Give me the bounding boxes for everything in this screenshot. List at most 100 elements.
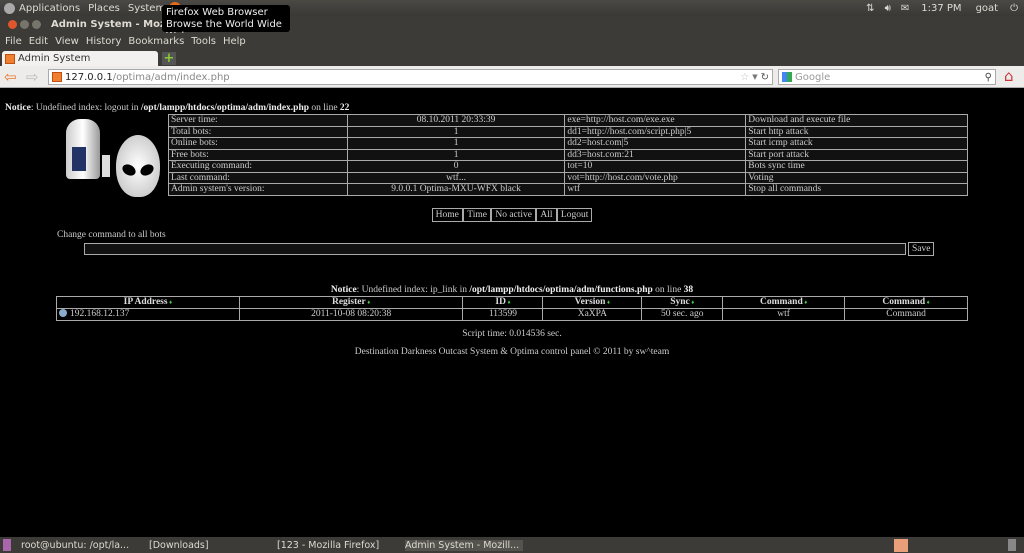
notice-line: 22 bbox=[339, 103, 350, 113]
reload-icon[interactable]: ↻ bbox=[761, 72, 769, 83]
command-label: Change command to all bots bbox=[57, 230, 166, 240]
taskbar-item-firefox-123[interactable]: [123 - Mozilla Firefox] bbox=[277, 540, 395, 551]
volume-icon[interactable]: 🔊︎ bbox=[885, 3, 891, 14]
column-header-label: ID bbox=[495, 297, 506, 307]
stats-table: Server time: 08.10.2011 20:33:39 exe=http:… bbox=[168, 114, 968, 196]
notice-text: on line bbox=[652, 285, 684, 295]
column-header[interactable]: Command ♦ bbox=[844, 296, 968, 309]
back-icon[interactable]: ⇦ bbox=[4, 68, 17, 86]
column-header[interactable]: Version ♦ bbox=[542, 296, 643, 309]
bookmark-star-icon[interactable]: ☆ bbox=[740, 72, 749, 83]
network-icon[interactable]: ⇅ bbox=[866, 3, 874, 14]
table-cell: wtf bbox=[722, 308, 846, 321]
search-icon[interactable]: ⚲ bbox=[985, 72, 992, 83]
all-button[interactable]: All bbox=[536, 208, 557, 222]
bots-table: IP Address ♦ Register ♦ ID ♦ Version ♦ Sync … bbox=[56, 296, 968, 321]
menu-system[interactable]: System bbox=[128, 3, 165, 14]
sort-icon[interactable]: ♦ bbox=[690, 300, 694, 306]
notice-text: on line bbox=[309, 103, 340, 113]
taskbar-item-downloads[interactable]: [Downloads] bbox=[149, 540, 267, 551]
logout-button[interactable]: Logout bbox=[556, 208, 593, 222]
stats-row: Last command: wtf... vot=http://host.com/v… bbox=[168, 171, 968, 184]
command-input[interactable] bbox=[84, 243, 906, 255]
command-description: Stop all commands bbox=[745, 183, 968, 196]
command-example: dd2=host.com|5 bbox=[564, 137, 747, 150]
url-bar[interactable]: 127.0.0.1/optima/adm/index.php ☆ ▼ ↻ bbox=[48, 69, 773, 85]
home-button[interactable]: Home bbox=[431, 208, 463, 222]
menu-tools[interactable]: Tools bbox=[191, 36, 216, 47]
column-header[interactable]: Register ♦ bbox=[238, 296, 464, 309]
workspace-firefox-icon[interactable] bbox=[894, 538, 908, 552]
maximize-window-button[interactable] bbox=[32, 20, 41, 29]
menu-edit[interactable]: Edit bbox=[29, 36, 48, 47]
notice-label: Notice bbox=[330, 285, 357, 295]
taskbar-item-admin-system[interactable]: Admin System - Mozill... bbox=[405, 539, 523, 551]
save-button[interactable]: Save bbox=[908, 242, 935, 256]
stat-value: 1 bbox=[346, 125, 566, 138]
history-dropdown-icon[interactable]: ▼ bbox=[752, 73, 757, 81]
menu-help[interactable]: Help bbox=[223, 36, 246, 47]
command-description: Download and execute file bbox=[745, 114, 968, 127]
sort-icon[interactable]: ♦ bbox=[366, 300, 370, 306]
home-icon[interactable]: ⌂ bbox=[1004, 67, 1014, 85]
notice-message: Notice: Undefined index: logout in /opt/… bbox=[5, 103, 349, 113]
column-header[interactable]: Command ♦ bbox=[722, 296, 846, 309]
notice-text: : Undefined index: logout in bbox=[30, 103, 141, 113]
tooltip-line: Firefox Web Browser bbox=[166, 7, 268, 18]
stat-value: 9.0.0.1 Optima-MXU-WFX black bbox=[346, 183, 566, 196]
sort-icon[interactable]: ♦ bbox=[506, 300, 510, 306]
clock[interactable]: 1:37 PM bbox=[921, 3, 961, 14]
cell-text: Command bbox=[886, 309, 926, 320]
close-window-button[interactable] bbox=[8, 20, 17, 29]
taskbar-item-terminal[interactable]: root@ubuntu: /opt/la... bbox=[21, 540, 139, 551]
trash-icon[interactable] bbox=[1008, 539, 1016, 551]
column-header-label: Version bbox=[574, 297, 606, 307]
new-tab-button[interactable]: + bbox=[162, 52, 176, 65]
table-cell: 2011-10-08 08:20:38 bbox=[238, 308, 464, 321]
mail-icon[interactable]: ✉ bbox=[901, 3, 909, 14]
search-placeholder: Google bbox=[795, 71, 831, 83]
tab-bar: Admin System + bbox=[0, 49, 1024, 66]
show-desktop-icon[interactable] bbox=[3, 539, 11, 551]
column-header[interactable]: Sync ♦ bbox=[641, 296, 724, 309]
stat-value: 08.10.2011 20:33:39 bbox=[346, 114, 566, 127]
minimize-window-button[interactable] bbox=[20, 20, 29, 29]
menu-applications[interactable]: Applications bbox=[19, 3, 80, 14]
cell-text: 2011-10-08 08:20:38 bbox=[311, 309, 392, 320]
sort-icon[interactable]: ♦ bbox=[605, 300, 610, 306]
navigation-bar: ⇦ ⇨ 127.0.0.1/optima/adm/index.php ☆ ▼ ↻… bbox=[0, 66, 1024, 88]
google-engine-icon[interactable] bbox=[782, 72, 792, 82]
command-description: Voting bbox=[745, 171, 968, 184]
menu-view[interactable]: View bbox=[55, 36, 79, 47]
user-menu[interactable]: goat bbox=[976, 3, 999, 14]
notice-text: : Undefined index: ip_link in bbox=[356, 285, 470, 295]
column-header-label: Command bbox=[759, 297, 803, 307]
stat-label: Admin system's version: bbox=[168, 183, 348, 196]
sort-icon[interactable]: ♦ bbox=[168, 300, 172, 306]
script-time: Script time: 0.014536 sec. bbox=[462, 329, 562, 339]
notice-path: /opt/lampp/htdocs/optima/adm/functions.p… bbox=[469, 285, 653, 295]
search-bar[interactable]: Google ⚲ bbox=[778, 69, 996, 85]
ubuntu-logo-icon[interactable] bbox=[4, 2, 15, 14]
sort-icon[interactable]: ♦ bbox=[925, 300, 930, 306]
menu-bookmarks[interactable]: Bookmarks bbox=[128, 36, 184, 47]
time-button[interactable]: Time bbox=[463, 208, 491, 222]
table-cell[interactable]: Command bbox=[844, 308, 968, 321]
menu-history[interactable]: History bbox=[86, 36, 122, 47]
command-example: vot=http://host.com/vote.php bbox=[564, 171, 747, 184]
cell-text: 192.168.12.137 bbox=[70, 309, 130, 320]
table-cell: 50 sec. ago bbox=[641, 308, 724, 321]
stat-value: 1 bbox=[346, 137, 566, 150]
cell-text: 50 sec. ago bbox=[661, 309, 704, 320]
sort-icon[interactable]: ♦ bbox=[803, 300, 807, 306]
menu-places[interactable]: Places bbox=[88, 3, 120, 14]
tab-admin-system[interactable]: Admin System bbox=[2, 51, 158, 66]
column-header[interactable]: IP Address ♦ bbox=[56, 296, 240, 309]
column-header[interactable]: ID ♦ bbox=[462, 296, 544, 309]
forward-icon[interactable]: ⇨ bbox=[26, 68, 39, 86]
no-active-button[interactable]: No active bbox=[491, 208, 536, 222]
notice-message: Notice: Undefined index: ip_link in /opt… bbox=[0, 285, 1024, 295]
command-example: tot=10 bbox=[564, 160, 747, 173]
menu-file[interactable]: File bbox=[5, 36, 22, 47]
power-icon[interactable]: ⏻ bbox=[1010, 3, 1018, 14]
